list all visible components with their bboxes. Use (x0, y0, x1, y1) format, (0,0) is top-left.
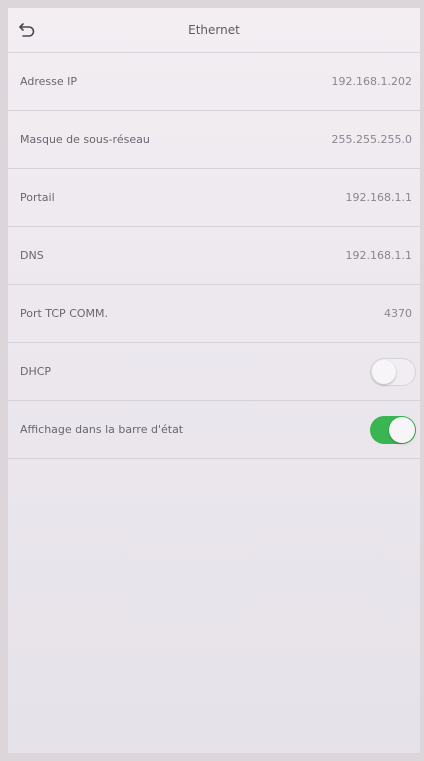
subnet-mask-value: 255.255.255.0 (331, 133, 412, 146)
ip-address-value: 192.168.1.202 (331, 75, 412, 88)
dns-value: 192.168.1.1 (345, 249, 412, 262)
back-arrow-icon (19, 23, 35, 37)
subnet-mask-label: Masque de sous-réseau (20, 133, 150, 146)
setting-row-subnet-mask[interactable]: Masque de sous-réseau 255.255.255.0 (8, 111, 420, 169)
toggle-knob (389, 416, 415, 443)
setting-row-gateway[interactable]: Portail 192.168.1.1 (8, 169, 420, 227)
setting-row-status-bar-display: Affichage dans la barre d'état (8, 401, 420, 459)
status-bar-display-toggle[interactable] (370, 415, 416, 444)
page-title: Ethernet (188, 23, 240, 37)
dhcp-label: DHCP (20, 365, 52, 378)
ethernet-settings-screen: Ethernet Adresse IP 192.168.1.202 Masque… (8, 8, 420, 753)
ip-address-label: Adresse IP (20, 75, 77, 88)
back-button[interactable] (14, 17, 40, 43)
dns-label: DNS (20, 249, 44, 262)
setting-row-dns[interactable]: DNS 192.168.1.1 (8, 227, 420, 285)
setting-row-tcp-port[interactable]: Port TCP COMM. 4370 (8, 285, 420, 343)
tcp-port-label: Port TCP COMM. (20, 307, 109, 320)
tcp-port-value: 4370 (384, 307, 412, 320)
gateway-value: 192.168.1.1 (345, 191, 412, 204)
setting-row-dhcp: DHCP (8, 343, 420, 401)
dhcp-toggle[interactable] (370, 357, 416, 386)
header-bar: Ethernet (8, 8, 420, 53)
setting-row-ip-address[interactable]: Adresse IP 192.168.1.202 (8, 53, 420, 111)
gateway-label: Portail (20, 191, 55, 204)
status-bar-display-label: Affichage dans la barre d'état (20, 423, 184, 436)
toggle-knob (372, 359, 396, 384)
